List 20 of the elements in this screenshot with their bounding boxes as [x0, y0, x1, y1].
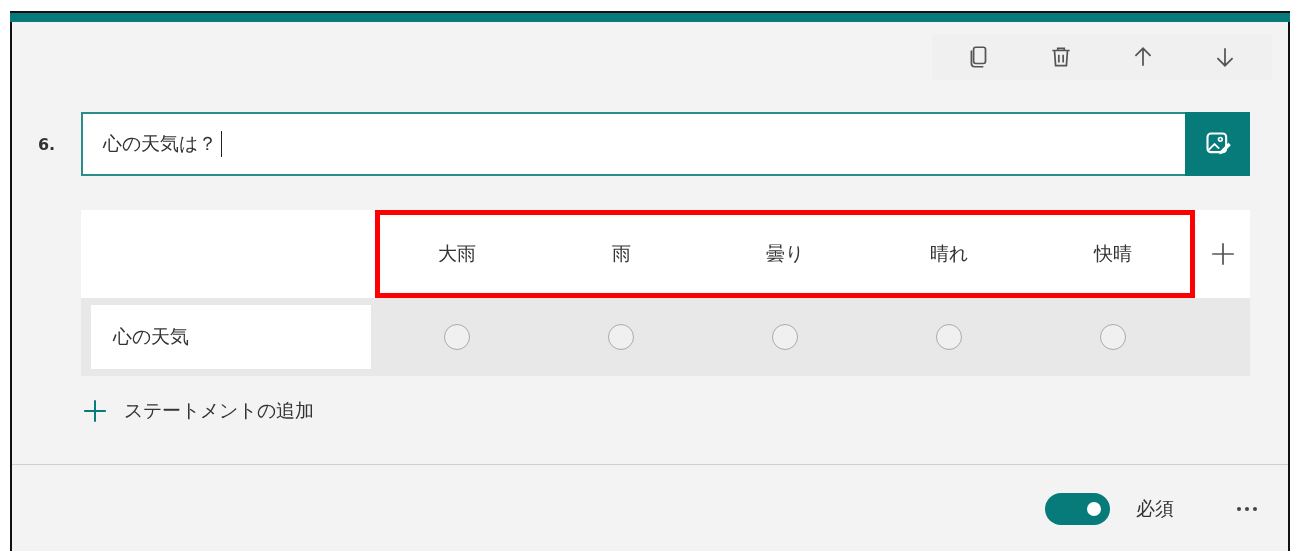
plus-icon: [82, 398, 108, 424]
statement-label: 心の天気: [91, 305, 371, 369]
add-column-icon[interactable]: [1209, 241, 1236, 267]
required-toggle[interactable]: [1045, 493, 1110, 525]
question-field[interactable]: 心の天気は？: [81, 112, 1185, 176]
radio-button[interactable]: [936, 324, 962, 350]
more-options-icon[interactable]: [1234, 504, 1260, 514]
required-label: 必須: [1136, 496, 1174, 521]
radio-button[interactable]: [608, 324, 634, 350]
radio-button[interactable]: [772, 324, 798, 350]
column-header: 大雨: [438, 241, 476, 266]
column-header: 晴れ: [930, 241, 968, 266]
insert-image-button[interactable]: [1185, 112, 1250, 176]
column-header: 曇り: [766, 241, 804, 266]
column-header: 雨: [611, 241, 631, 266]
radio-button[interactable]: [1100, 324, 1126, 350]
question-number: 6.: [36, 134, 57, 154]
column-header: 快晴: [1094, 241, 1132, 266]
radio-button[interactable]: [444, 324, 470, 350]
add-statement-button[interactable]: ステートメントの追加: [82, 398, 314, 424]
